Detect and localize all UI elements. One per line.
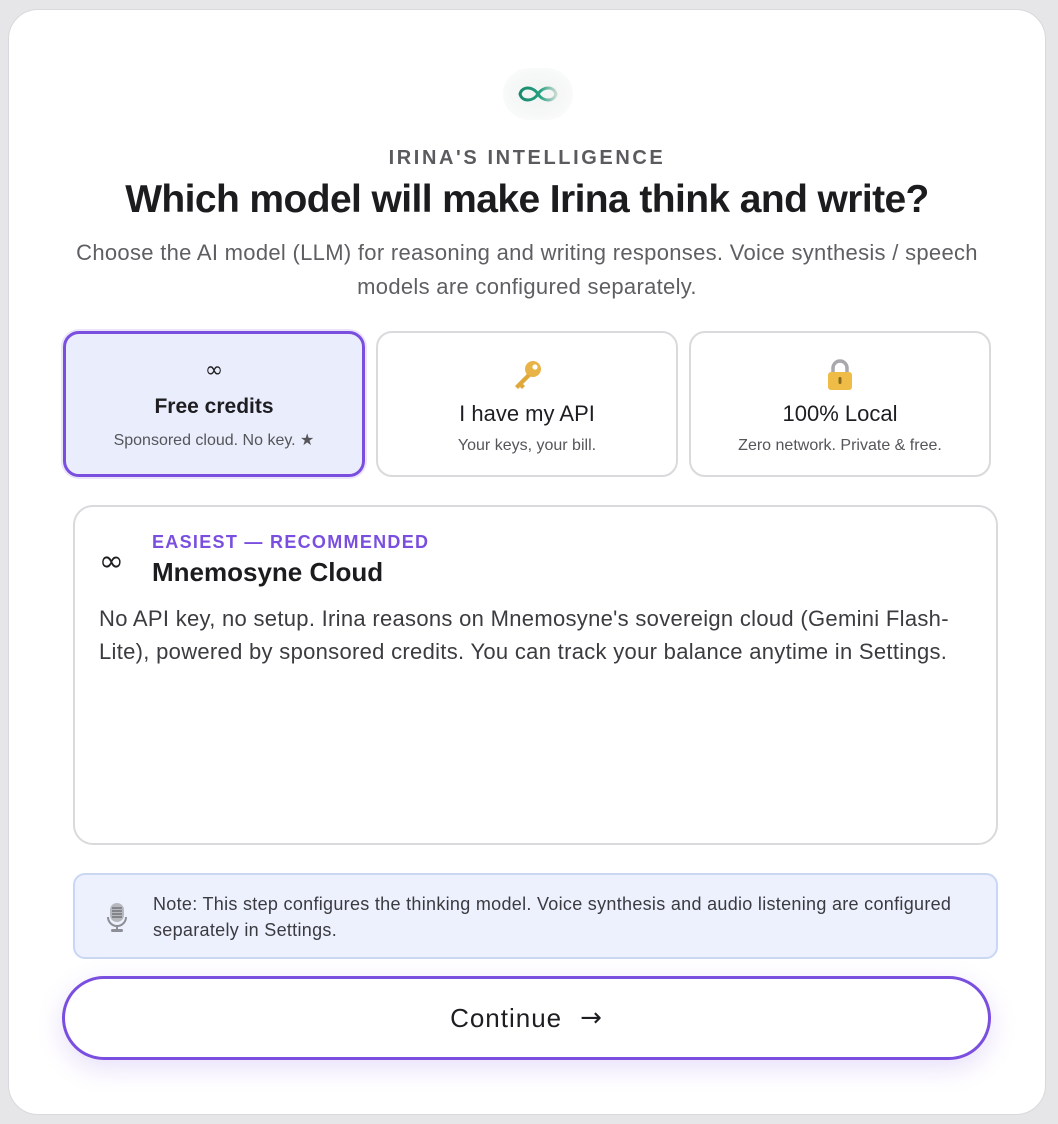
microphone-icon	[105, 902, 129, 939]
info-note: Note: This step configures the thinking …	[73, 873, 998, 959]
onboarding-card: IRINA'S INTELLIGENCE Which model will ma…	[8, 9, 1046, 1115]
option-subtitle: Zero network. Private & free.	[738, 437, 942, 454]
continue-button[interactable]: Continue →	[62, 976, 991, 1060]
option-subtitle: Your keys, your bill.	[457, 437, 597, 454]
note-text: Note: This step configures the thinking …	[153, 894, 952, 940]
recommended-tag: EASIEST — RECOMMENDED	[152, 532, 430, 552]
continue-label: Continue	[450, 1002, 563, 1033]
page-subtitle: Choose the AI model (LLM) for reasoning …	[76, 240, 978, 299]
page-title: Which model will make Irina think and wr…	[125, 178, 929, 221]
detail-description: No API key, no setup. Irina reasons on M…	[99, 606, 949, 664]
infinity-logo-icon	[518, 86, 558, 102]
infinity-icon: ∞	[99, 544, 124, 579]
option-title: 100% Local	[782, 401, 898, 426]
arrow-right-icon: →	[580, 1003, 603, 1033]
key-icon	[378, 357, 676, 393]
option-local[interactable]: 100% Local Zero network. Private & free.	[689, 331, 991, 477]
selected-option-detail: ∞ EASIEST — RECOMMENDED Mnemosyne Cloud …	[73, 505, 998, 845]
detail-title: Mnemosyne Cloud	[152, 557, 384, 587]
logo-badge	[503, 68, 573, 120]
lock-icon	[691, 357, 989, 393]
option-free-credits[interactable]: ∞ Free credits Sponsored cloud. No key. …	[63, 331, 365, 477]
option-own-api[interactable]: I have my API Your keys, your bill.	[376, 331, 678, 477]
infinity-icon: ∞	[204, 358, 224, 383]
option-subtitle: Sponsored cloud. No key. ★	[113, 432, 315, 449]
option-title: I have my API	[459, 401, 595, 426]
option-title: Free credits	[154, 395, 274, 418]
section-kicker: IRINA'S INTELLIGENCE	[388, 147, 666, 169]
